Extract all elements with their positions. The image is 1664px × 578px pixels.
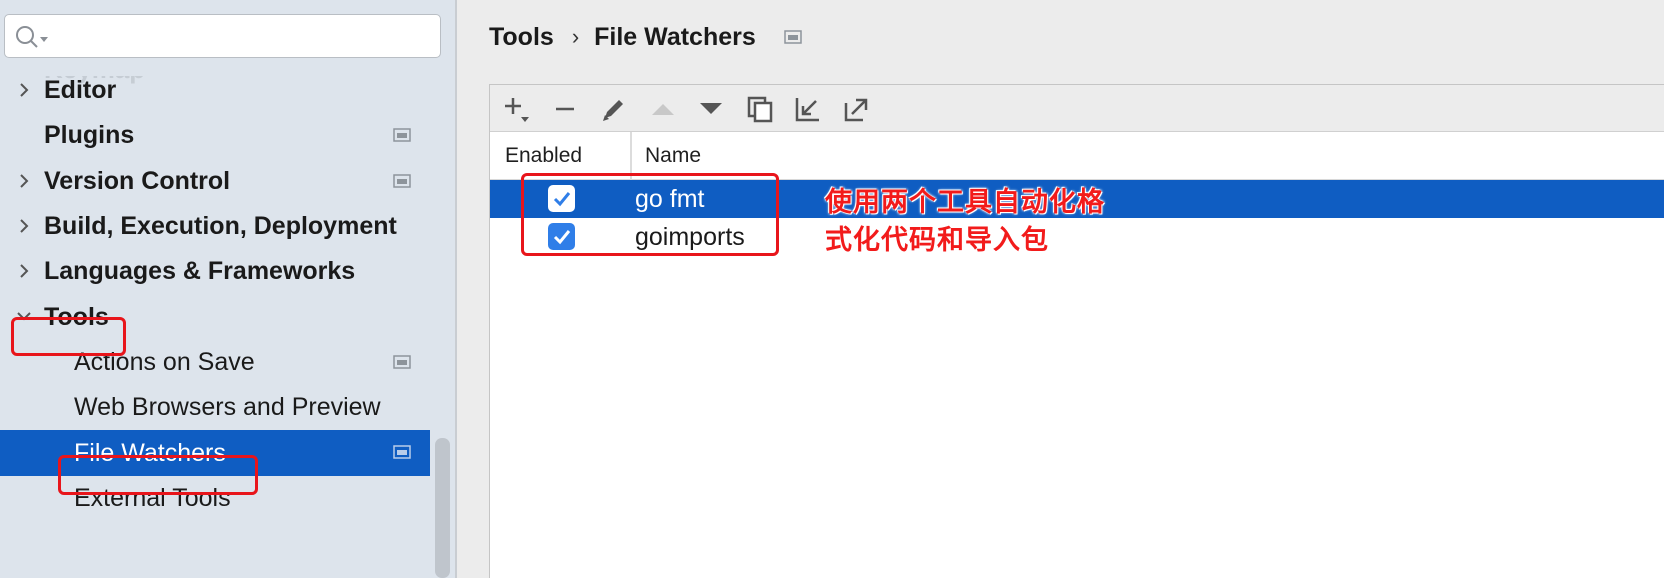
move-up-button[interactable] [648,94,678,124]
file-watchers-panel: Enabled Name go fmt goimports [489,84,1664,578]
sidebar-item-build[interactable]: Build, Execution, Deployment [0,204,430,249]
project-scope-icon [393,355,411,369]
sidebar-item-plugins[interactable]: Plugins [0,113,430,158]
toolbar [490,85,1664,132]
sidebar-scrollbar[interactable] [435,438,450,578]
project-scope-icon [784,30,802,44]
chevron-right-icon[interactable] [15,172,33,190]
add-button[interactable] [502,94,532,124]
search-icon [16,26,48,48]
breadcrumb: Tools › File Watchers [489,22,802,52]
highlight-file-watchers [58,455,258,495]
copy-icon [747,96,773,123]
chevron-right-icon[interactable] [15,81,33,99]
page-title: File Watchers [594,22,756,51]
project-scope-icon [393,128,411,143]
add-icon [505,98,529,122]
sidebar-item-label: Editor [44,76,117,105]
remove-button[interactable] [550,94,580,124]
move-down-button[interactable] [696,94,726,124]
project-scope-icon [393,445,411,460]
breadcrumb-parent[interactable]: Tools [489,23,554,52]
import-icon [795,98,819,122]
sidebar-item-editor[interactable]: Editor [0,68,430,113]
settings-tree: Editor Plugins Version Control Build, Ex… [0,68,430,521]
project-scope-icon [393,173,411,188]
search-input[interactable] [4,14,441,58]
edit-icon [603,100,623,121]
highlight-watchers [521,173,779,256]
sidebar-item-web-browsers[interactable]: Web Browsers and Preview [0,385,430,430]
move-up-icon [652,104,674,115]
move-down-icon [700,103,722,114]
sidebar-item-label: Version Control [44,166,231,195]
annotation-line-2: 式化代码和导入包 [825,225,1049,256]
sidebar-item-label: Plugins [44,121,135,150]
sidebar-item-label: Languages & Frameworks [44,257,356,286]
breadcrumb-separator: › [571,24,580,49]
sidebar-item-languages[interactable]: Languages & Frameworks [0,249,430,294]
annotation-line-1: 使用两个工具自动化格 [825,187,1105,218]
sidebar-item-label: Build, Execution, Deployment [44,212,397,241]
sidebar-item-label: Web Browsers and Preview [74,393,381,422]
column-header-name[interactable]: Name [645,144,701,168]
remove-icon [556,107,574,111]
import-button[interactable] [793,94,823,124]
sidebar-item-version-control[interactable]: Version Control [0,159,430,204]
export-icon [844,98,868,122]
column-header-enabled[interactable]: Enabled [505,144,582,168]
highlight-tools [11,317,126,356]
chevron-right-icon[interactable] [15,217,33,235]
export-button[interactable] [842,94,872,124]
copy-button[interactable] [745,94,775,124]
chevron-right-icon[interactable] [15,262,33,280]
edit-button[interactable] [599,94,629,124]
